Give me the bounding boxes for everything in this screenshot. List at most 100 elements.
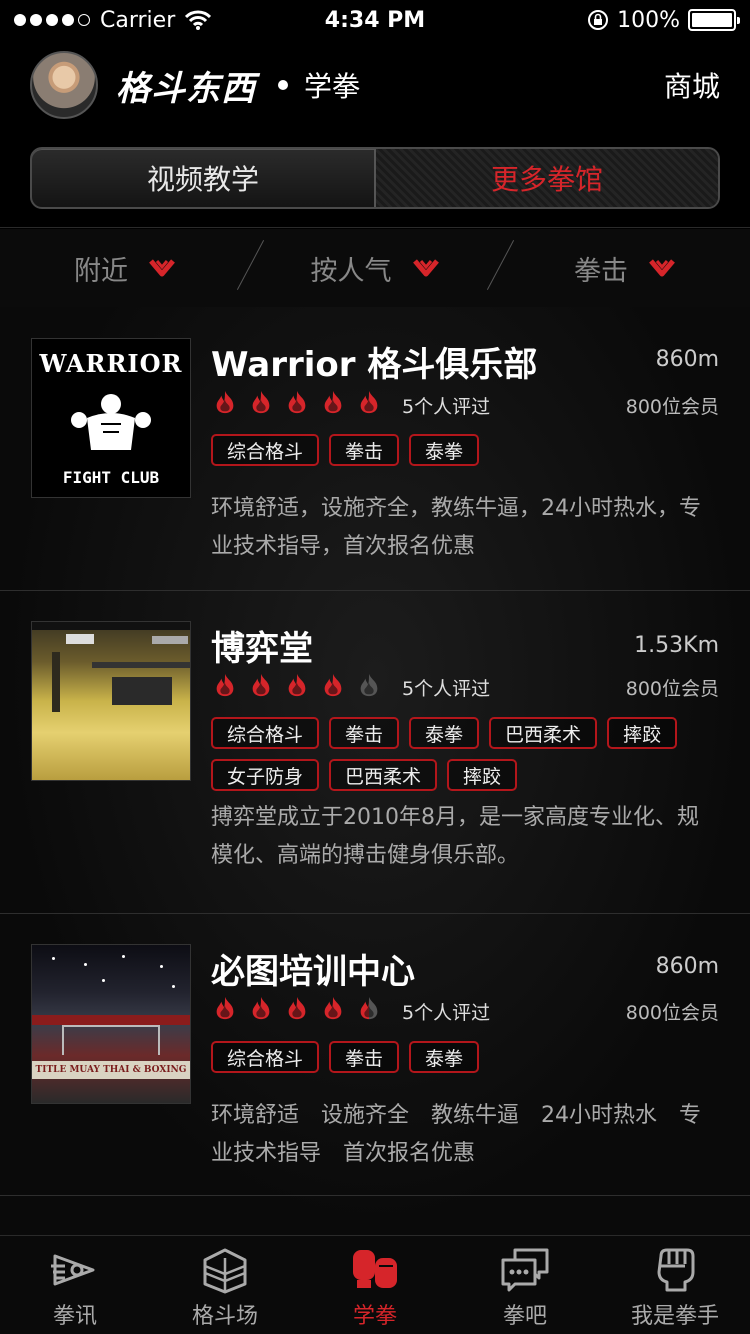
fist-icon	[657, 1248, 695, 1292]
chevron-down-icon	[148, 258, 176, 278]
tag-badge: 摔跤	[447, 759, 518, 791]
shop-link[interactable]: 商城	[664, 65, 720, 105]
review-count: 5个人评过	[402, 1002, 491, 1024]
gym-description: 环境舒适，设施齐全，教练牛逼，24小时热水，专业技术指导，首次报名优惠	[211, 496, 701, 559]
member-count: 800位会员	[625, 678, 719, 700]
tag-badge: 泰拳	[409, 434, 480, 466]
ring-icon	[203, 1248, 247, 1294]
review-count: 5个人评过	[402, 396, 491, 418]
rating-flames	[210, 389, 384, 415]
tag-badge: 综合格斗	[211, 434, 320, 466]
news-icon	[51, 1254, 95, 1286]
tab-video-teaching[interactable]: 视频教学	[32, 149, 374, 207]
gym-description: 环境舒适 设施齐全 教练牛逼 24小时热水 专业技术指导 首次报名优惠	[211, 1103, 701, 1166]
list-item[interactable]: TITLE MUAY THAI & BOXING 必图培训中心 860m 5个人…	[0, 914, 750, 1196]
tag-badge: 拳击	[329, 717, 400, 749]
tag-badge: 泰拳	[409, 1041, 480, 1073]
tab-news[interactable]: 拳讯	[0, 1236, 150, 1334]
gym-photo	[31, 621, 191, 781]
rating-flames	[210, 995, 384, 1021]
tag-badge: 巴西柔术	[489, 717, 598, 749]
member-count: 800位会员	[625, 396, 719, 418]
flame-icon	[324, 996, 342, 1020]
filter-nearby[interactable]: 附近	[0, 249, 250, 288]
tag-badge: 拳击	[329, 1041, 400, 1073]
gym-name: Warrior 格斗俱乐部	[211, 345, 538, 385]
separator-dot	[278, 80, 288, 90]
tab-label: 格斗场	[191, 1304, 258, 1329]
flame-icon	[216, 673, 234, 697]
flame-icon	[252, 390, 270, 414]
gym-distance: 860m	[655, 954, 719, 979]
list-item[interactable]: WARRIOR FIGHT CLUB Warrior 格斗俱乐部 860m 5个…	[0, 307, 750, 591]
flame-icon	[252, 673, 270, 697]
tab-label: 我是拳手	[630, 1304, 719, 1329]
list-item[interactable]: 博弈堂 1.53Km 5个人评过 800位会员 综合格斗 拳击 泰拳 巴西柔术 摔跤 女子…	[0, 591, 750, 914]
gym-distance: 1.53Km	[634, 633, 719, 658]
filter-boxing[interactable]: 拳击	[500, 249, 750, 288]
gym-name: 博弈堂	[211, 629, 313, 669]
chat-icon	[501, 1248, 549, 1292]
gym-photo: TITLE MUAY THAI & BOXING	[31, 944, 191, 1104]
tag-list: 综合格斗 拳击 泰拳	[211, 434, 720, 466]
avatar[interactable]	[30, 51, 98, 119]
gym-distance: 860m	[655, 347, 719, 372]
gym-logo-warrior: WARRIOR FIGHT CLUB	[31, 338, 191, 498]
wifi-icon	[185, 10, 212, 30]
flame-icon	[288, 673, 306, 697]
flame-icon	[324, 390, 342, 414]
gym-description: 搏弈堂成立于2010年8月，是一家高度专业化、规模化、高端的搏击健身俱乐部。	[211, 805, 699, 868]
tag-badge: 综合格斗	[211, 1041, 320, 1073]
status-bar: Carrier 4:34 PM 100%	[0, 0, 750, 40]
tag-list: 综合格斗 拳击 泰拳	[211, 1041, 720, 1073]
battery-percent: 100%	[617, 7, 680, 33]
gym-name: 必图培训中心	[211, 952, 415, 992]
tag-badge: 泰拳	[409, 717, 480, 749]
signal-strength-icon	[14, 14, 90, 26]
flame-icon	[360, 390, 378, 414]
tag-badge: 女子防身	[211, 759, 320, 791]
tag-badge: 巴西柔术	[329, 759, 438, 791]
flame-icon	[324, 673, 342, 697]
flame-icon	[360, 996, 378, 1020]
fighter-illustration	[71, 394, 151, 450]
tag-badge: 综合格斗	[211, 717, 320, 749]
filter-popularity[interactable]: 按人气	[250, 249, 500, 288]
chevron-down-icon	[412, 258, 440, 278]
member-count: 800位会员	[625, 1002, 719, 1024]
flame-icon	[216, 390, 234, 414]
tag-badge: 拳击	[329, 434, 400, 466]
tab-forum[interactable]: 拳吧	[450, 1236, 600, 1334]
tab-label: 拳吧	[502, 1304, 547, 1329]
tag-list: 综合格斗 拳击 泰拳 巴西柔术 摔跤 女子防身 巴西柔术 摔跤	[211, 717, 720, 791]
tab-more-gyms[interactable]: 更多拳馆	[376, 149, 718, 207]
review-count: 5个人评过	[402, 678, 491, 700]
segmented-control: 视频教学 更多拳馆	[30, 147, 720, 209]
tab-learn-boxing[interactable]: 学拳	[300, 1236, 450, 1334]
flame-icon	[288, 390, 306, 414]
chevron-down-icon	[648, 258, 676, 278]
tab-i-am-boxer[interactable]: 我是拳手	[600, 1236, 750, 1334]
tab-label: 拳讯	[52, 1304, 97, 1329]
rotation-lock-icon	[588, 10, 609, 30]
flame-icon	[252, 996, 270, 1020]
tab-label: 学拳	[352, 1304, 397, 1329]
tag-badge: 摔跤	[607, 717, 678, 749]
page-title: 学拳	[304, 70, 361, 103]
battery-icon	[688, 9, 740, 31]
tab-arena[interactable]: 格斗场	[150, 1236, 300, 1334]
filter-bar: 附近 按人气 拳击	[0, 229, 750, 307]
carrier-name: Carrier	[100, 7, 176, 33]
flame-icon	[216, 996, 234, 1020]
tab-bar: 拳讯 格斗场 学拳 拳吧 我是拳手	[0, 1235, 750, 1334]
flame-icon	[288, 996, 306, 1020]
filter-label: 附近	[74, 255, 128, 287]
gloves-icon	[353, 1250, 397, 1288]
app-header: 格斗东西 学拳 商城	[0, 40, 750, 130]
rating-flames	[210, 672, 384, 698]
gym-list: WARRIOR FIGHT CLUB Warrior 格斗俱乐部 860m 5个…	[0, 307, 750, 1235]
filter-label: 拳击	[574, 255, 628, 287]
filter-label: 按人气	[310, 255, 392, 287]
flame-icon	[360, 673, 378, 697]
segment-bar: 视频教学 更多拳馆	[0, 130, 750, 228]
